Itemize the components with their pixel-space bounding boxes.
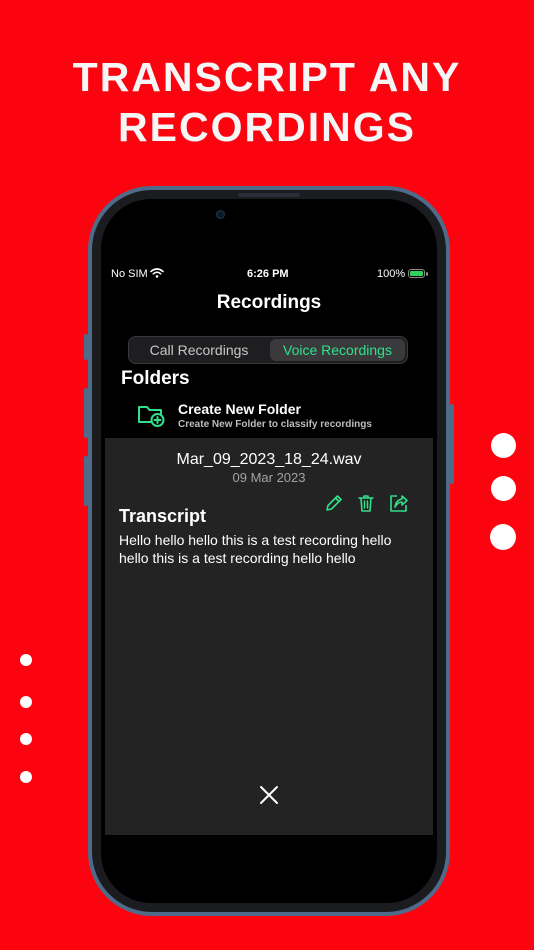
recording-file-name: Mar_09_2023_18_24.wav — [176, 451, 362, 468]
transcript-heading: Transcript — [119, 506, 207, 526]
recording-date: 09 Mar 2023 — [232, 470, 306, 485]
wifi-icon — [150, 268, 164, 278]
status-carrier: No SIM — [111, 268, 148, 280]
headline-line-2: RECORDINGS — [118, 104, 416, 150]
volume-down-button — [84, 456, 88, 506]
headline-line-1: TRANSCRIPT ANY — [72, 54, 462, 100]
decor-dot — [20, 696, 32, 708]
share-icon[interactable] — [388, 493, 409, 513]
decor-dot — [491, 476, 516, 501]
decor-dot — [20, 771, 32, 783]
close-icon[interactable] — [256, 782, 282, 808]
decor-dot — [20, 733, 32, 745]
front-camera — [216, 210, 225, 219]
decor-dot — [490, 524, 516, 550]
tab-call-recordings[interactable]: Call Recordings — [131, 339, 267, 361]
page-title: Recordings — [216, 292, 322, 313]
battery-cap — [426, 272, 428, 276]
battery-icon — [408, 269, 425, 278]
decor-dot — [491, 433, 516, 458]
pencil-icon[interactable] — [324, 493, 344, 513]
create-folder-subtitle: Create New Folder to classify recordings — [178, 419, 372, 430]
status-battery-text: 100% — [377, 268, 406, 280]
earpiece-speaker — [238, 193, 300, 197]
volume-up-button — [84, 388, 88, 438]
trash-icon[interactable] — [356, 493, 376, 513]
transcript-sheet — [105, 438, 433, 835]
recordings-segmented-control: Call Recordings Voice Recordings — [128, 336, 408, 364]
status-time: 6:26 PM — [247, 268, 289, 280]
power-button — [450, 404, 454, 484]
mute-switch — [84, 334, 88, 360]
decor-dot — [20, 654, 32, 666]
create-folder-button[interactable]: Create New Folder — [178, 401, 301, 417]
tab-voice-recordings[interactable]: Voice Recordings — [270, 339, 405, 361]
transcript-text: Hello hello hello this is a test recordi… — [119, 532, 392, 566]
folder-add-icon[interactable] — [137, 403, 165, 427]
promo-headline: TRANSCRIPT ANY RECORDINGS — [0, 52, 534, 152]
folders-heading: Folders — [121, 368, 190, 389]
